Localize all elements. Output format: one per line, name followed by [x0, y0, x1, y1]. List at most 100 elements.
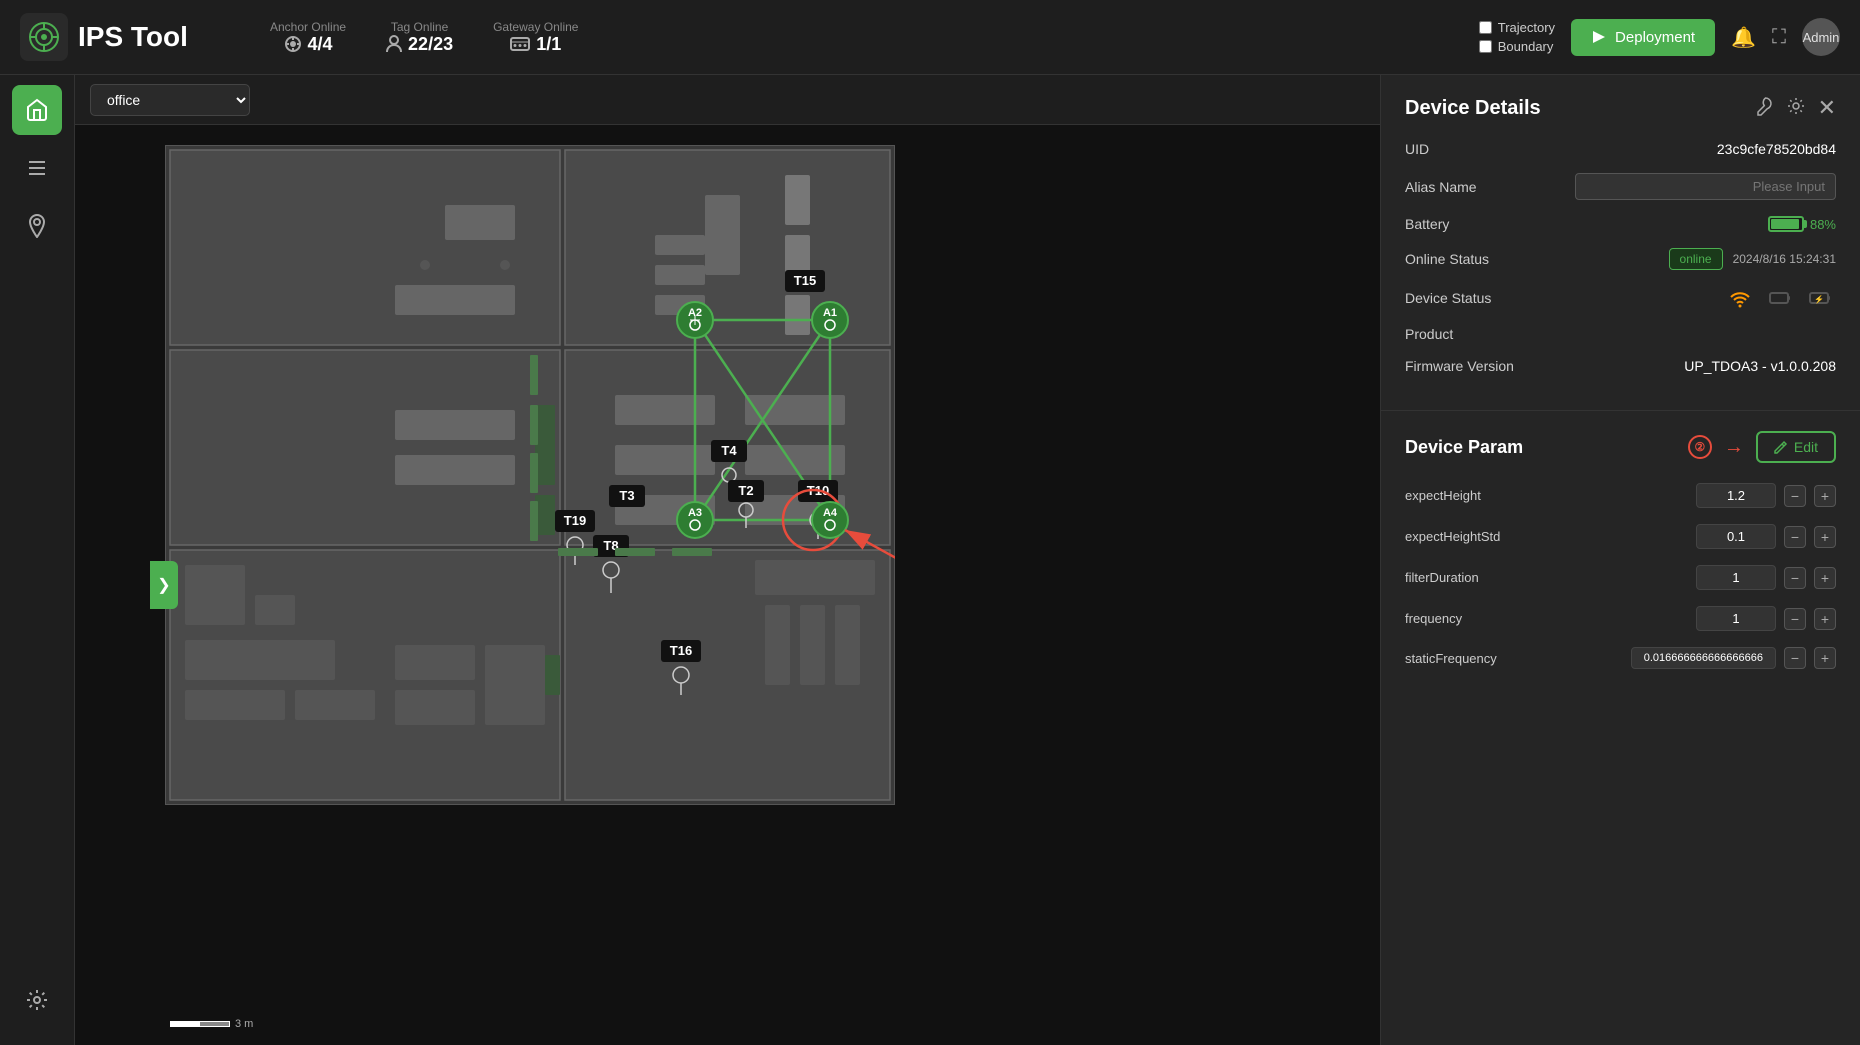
battery-bar [1768, 216, 1804, 232]
svg-text:T16: T16 [670, 643, 692, 658]
anchor-label: Anchor Online [270, 20, 346, 34]
firmware-value: UP_TDOA3 - v1.0.0.208 [1575, 358, 1836, 374]
svg-text:T2: T2 [738, 483, 753, 498]
param-label-expectheight: expectHeight [1405, 488, 1565, 503]
online-status-row: Online Status online 2024/8/16 15:24:31 [1405, 248, 1836, 270]
device-param-section: Device Param ② → Edit expectHeight 1.2 −… [1381, 411, 1860, 705]
map-area: office [75, 75, 1380, 1045]
tag-stat: Tag Online 22/23 [386, 20, 453, 55]
param-increment-staticfrequency[interactable]: + [1814, 647, 1836, 669]
param-row-frequency: frequency 1 − + [1405, 606, 1836, 631]
expand-icon[interactable]: ⛶ [1772, 26, 1786, 49]
header-right: Trajectory Boundary Deployment 🔔 ⛶ Admin [1479, 18, 1840, 56]
device-status-icons: ⚡ [1575, 286, 1836, 310]
uid-value: 23c9cfe78520bd84 [1575, 141, 1836, 157]
expand-panel-button[interactable]: ❯ [150, 561, 178, 609]
bell-icon[interactable]: 🔔 [1731, 25, 1756, 50]
alias-input[interactable] [1575, 173, 1836, 200]
uid-label: UID [1405, 141, 1565, 157]
product-row: Product [1405, 326, 1836, 342]
sidebar-bottom [12, 975, 62, 1035]
checkbox-group: Trajectory Boundary [1479, 20, 1555, 54]
wifi-status-icon [1724, 286, 1756, 310]
header-stats: Anchor Online 4/4 Tag Online 22/23 Gatew… [270, 20, 1449, 55]
gateway-label: Gateway Online [493, 20, 578, 34]
svg-text:T15: T15 [794, 273, 816, 288]
main-layout: office [0, 75, 1860, 1045]
svg-text:T4: T4 [721, 443, 737, 458]
battery-row: Battery 88% [1405, 216, 1836, 232]
firmware-label: Firmware Version [1405, 358, 1565, 374]
deploy-button[interactable]: Deployment [1571, 19, 1715, 56]
trajectory-checkbox[interactable]: Trajectory [1479, 20, 1555, 35]
gateway-stat: Gateway Online 1/1 [493, 20, 578, 55]
online-status-badge: online [1669, 248, 1723, 270]
param-header-right: ② → Edit [1688, 431, 1836, 463]
device-details-section: Device Details ✕ UID 23c9cfe78520bd84 [1381, 75, 1860, 411]
param-increment-expectheight[interactable]: + [1814, 485, 1836, 507]
device-status-row: Device Status ⚡ [1405, 286, 1836, 310]
tag-label: Tag Online [391, 20, 448, 34]
param-label-frequency: frequency [1405, 611, 1565, 626]
param-label-filterduration: filterDuration [1405, 570, 1565, 585]
right-panel: Device Details ✕ UID 23c9cfe78520bd84 [1380, 75, 1860, 1045]
close-panel-button[interactable]: ✕ [1818, 95, 1836, 121]
param-label-expectheightstd: expectHeightStd [1405, 529, 1565, 544]
scale-line [170, 1021, 230, 1027]
tag-value: 22/23 [386, 34, 453, 55]
sidebar [0, 75, 75, 1045]
param-row-filterduration: filterDuration 1 − + [1405, 565, 1836, 590]
firmware-row: Firmware Version UP_TDOA3 - v1.0.0.208 [1405, 358, 1836, 374]
param-value-frequency: 1 [1696, 606, 1776, 631]
product-label: Product [1405, 326, 1565, 342]
param-increment-expectheightstd[interactable]: + [1814, 526, 1836, 548]
param-increment-filterduration[interactable]: + [1814, 567, 1836, 589]
header: IPS Tool Anchor Online 4/4 Tag Online 22… [0, 0, 1860, 75]
param-value-filterduration: 1 [1696, 565, 1776, 590]
param-decrement-expectheightstd[interactable]: − [1784, 526, 1806, 548]
sidebar-item-location[interactable] [12, 201, 62, 251]
tools-icon[interactable] [1754, 96, 1774, 121]
boundary-checkbox[interactable]: Boundary [1479, 39, 1555, 54]
param-decrement-staticfrequency[interactable]: − [1784, 647, 1806, 669]
sidebar-item-home[interactable] [12, 85, 62, 135]
boundary-checkbox-input[interactable] [1479, 40, 1492, 53]
battery-fill [1771, 219, 1799, 229]
trajectory-checkbox-input[interactable] [1479, 21, 1492, 34]
step-indicator-2: ② [1688, 435, 1712, 459]
battery-percentage: 88% [1810, 217, 1836, 232]
online-time: 2024/8/16 15:24:31 [1733, 252, 1836, 266]
param-row-expectheight: expectHeight 1.2 − + [1405, 483, 1836, 508]
panel-header: Device Details ✕ [1405, 95, 1836, 121]
param-value-group-expectheight: 1.2 − + [1575, 483, 1836, 508]
param-header: Device Param ② → Edit [1405, 431, 1836, 463]
param-value-group-expectheightstd: 0.1 − + [1575, 524, 1836, 549]
sidebar-item-list[interactable] [12, 143, 62, 193]
battery-label: Battery [1405, 216, 1565, 232]
config-icon[interactable] [1786, 96, 1806, 121]
alias-label: Alias Name [1405, 179, 1565, 195]
edit-button[interactable]: Edit [1756, 431, 1836, 463]
param-decrement-filterduration[interactable]: − [1784, 567, 1806, 589]
avatar[interactable]: Admin [1802, 18, 1840, 56]
device-details-title: Device Details [1405, 97, 1541, 120]
param-decrement-expectheight[interactable]: − [1784, 485, 1806, 507]
scale-bar: 3 m [170, 1018, 253, 1030]
floor-plan: T15 T4 T10 T2 [165, 145, 895, 805]
param-value-group-frequency: 1 − + [1575, 606, 1836, 631]
battery-status-icon [1764, 286, 1796, 310]
param-label-staticfrequency: staticFrequency [1405, 651, 1565, 666]
param-increment-frequency[interactable]: + [1814, 608, 1836, 630]
device-status-label: Device Status [1405, 290, 1565, 306]
svg-text:A4: A4 [823, 507, 838, 519]
floor-select[interactable]: office [90, 84, 250, 116]
param-decrement-frequency[interactable]: − [1784, 608, 1806, 630]
svg-text:A1: A1 [823, 307, 837, 319]
anchor-value: 4/4 [284, 34, 333, 55]
logo-area: IPS Tool [20, 13, 240, 61]
settings-icon[interactable] [12, 975, 62, 1025]
anchor-stat: Anchor Online 4/4 [270, 20, 346, 55]
scale-label: 3 m [235, 1018, 253, 1030]
param-value-expectheightstd: 0.1 [1696, 524, 1776, 549]
online-status-label: Online Status [1405, 251, 1565, 267]
